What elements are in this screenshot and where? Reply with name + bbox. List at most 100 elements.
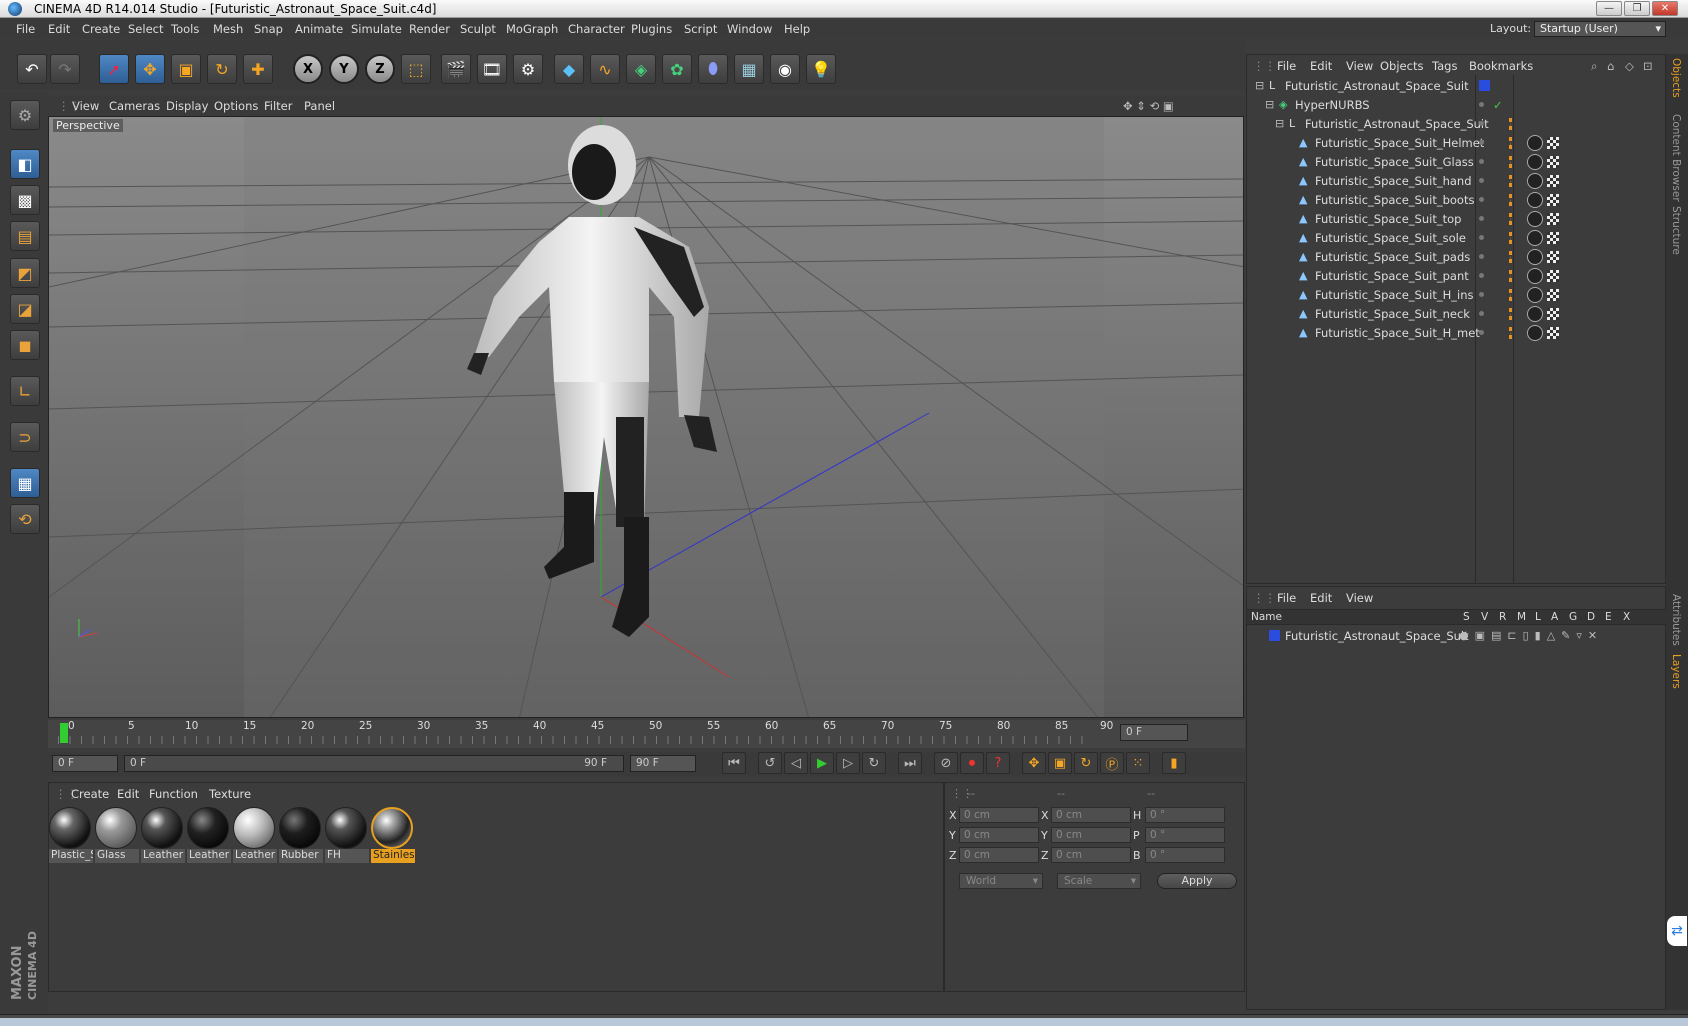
add-array-button[interactable]: ✿ bbox=[662, 54, 692, 84]
texture-tag-icon[interactable] bbox=[1547, 137, 1559, 149]
layout-select[interactable]: Startup (User) ▾ bbox=[1534, 21, 1666, 37]
material-tag-icon[interactable] bbox=[1527, 192, 1543, 208]
goto-end-button[interactable]: ⏭ bbox=[898, 752, 922, 774]
tree-row[interactable]: ⊟ L Futuristic_Astronaut_Space_Suit bbox=[1247, 115, 1657, 133]
y-axis-button[interactable]: Y bbox=[329, 54, 359, 84]
column-manager[interactable]: M bbox=[1517, 611, 1526, 623]
menu-window[interactable]: Window bbox=[727, 22, 772, 36]
layer-flag-icons[interactable]: ●▣▤⊏▯▮△✎▿✕ bbox=[1459, 629, 1603, 642]
end-frame-field[interactable]: 90 F bbox=[630, 755, 696, 772]
pos-x-field[interactable]: 0 cm bbox=[959, 807, 1039, 823]
goto-start-button[interactable]: ⏮ bbox=[722, 752, 746, 774]
close-button[interactable]: ✕ bbox=[1652, 1, 1678, 16]
visibility-dot[interactable] bbox=[1479, 197, 1484, 202]
key-pla-button[interactable]: ⁙ bbox=[1126, 752, 1150, 774]
visibility-dot[interactable] bbox=[1479, 121, 1484, 126]
add-floor-button[interactable]: ▦ bbox=[734, 54, 764, 84]
add-deformer-button[interactable]: ⬮ bbox=[698, 54, 728, 84]
menu-plugins[interactable]: Plugins bbox=[631, 22, 672, 36]
material-swatch[interactable]: Rubber bbox=[279, 807, 323, 863]
menu-file[interactable]: File bbox=[16, 22, 35, 36]
menu-simulate[interactable]: Simulate bbox=[351, 22, 402, 36]
visibility-dot[interactable] bbox=[1479, 159, 1484, 164]
texture-tag-icon[interactable] bbox=[1547, 194, 1559, 206]
live-selection-button[interactable]: ➚ bbox=[99, 54, 129, 84]
tree-row[interactable]: ▲ Futuristic_Space_Suit_pads bbox=[1247, 248, 1657, 266]
material-swatch-selected[interactable]: Stainles bbox=[371, 807, 415, 863]
tree-row[interactable]: ▲ Futuristic_Space_Suit_Helmet bbox=[1247, 134, 1657, 152]
key-position-button[interactable]: ✥ bbox=[1022, 752, 1046, 774]
column-solo[interactable]: S bbox=[1463, 611, 1470, 623]
new-panel-icon[interactable]: ⊡ bbox=[1643, 59, 1653, 73]
add-nurbs-button[interactable]: ◈ bbox=[626, 54, 656, 84]
viewport-menu-filter[interactable]: Filter bbox=[264, 99, 292, 113]
polygons-mode-button[interactable]: ◼ bbox=[10, 330, 40, 360]
tree-row[interactable]: ▲ Futuristic_Space_Suit_Glass bbox=[1247, 153, 1657, 171]
render-settings-button[interactable]: ⚙ bbox=[513, 54, 543, 84]
visibility-dot[interactable] bbox=[1479, 102, 1484, 107]
tab-objects[interactable]: Objects bbox=[1670, 58, 1682, 98]
tree-row[interactable]: ▲ Futuristic_Space_Suit_boots bbox=[1247, 191, 1657, 209]
menu-create[interactable]: Create bbox=[82, 22, 120, 36]
material-tag-icon[interactable] bbox=[1527, 325, 1543, 341]
objects-menu-file[interactable]: File bbox=[1277, 59, 1296, 73]
record-active-button[interactable]: ⊘ bbox=[934, 752, 958, 774]
minimize-panel-icon[interactable]: ◇ bbox=[1625, 59, 1634, 73]
menu-edit[interactable]: Edit bbox=[48, 22, 70, 36]
add-light-button[interactable]: 💡 bbox=[806, 54, 836, 84]
menu-tools[interactable]: Tools bbox=[171, 22, 199, 36]
material-swatch[interactable]: Leather bbox=[233, 807, 277, 863]
layers-menu-edit[interactable]: Edit bbox=[1310, 591, 1332, 605]
collapse-icon[interactable]: ⊟ bbox=[1265, 99, 1276, 110]
add-camera-button[interactable]: ◉ bbox=[770, 54, 800, 84]
size-mode-select[interactable]: Scale ▾ bbox=[1057, 873, 1141, 889]
add-tool-button[interactable]: ✚ bbox=[243, 54, 273, 84]
texture-tag-icon[interactable] bbox=[1547, 156, 1559, 168]
material-tag-icon[interactable] bbox=[1527, 230, 1543, 246]
visibility-dot[interactable] bbox=[1479, 273, 1484, 278]
visibility-dot[interactable] bbox=[1479, 178, 1484, 183]
material-tag-icon[interactable] bbox=[1527, 154, 1543, 170]
edges-mode-button[interactable]: ◪ bbox=[10, 294, 40, 324]
render-view-button[interactable]: 🎬 bbox=[441, 54, 471, 84]
material-swatch[interactable]: Leather bbox=[187, 807, 231, 863]
menu-snap[interactable]: Snap bbox=[254, 22, 283, 36]
texture-tag-icon[interactable] bbox=[1547, 213, 1559, 225]
column-animation[interactable]: A bbox=[1551, 611, 1558, 623]
tree-row[interactable]: ▲ Futuristic_Space_Suit_top bbox=[1247, 210, 1657, 228]
playhead-marker[interactable] bbox=[60, 723, 68, 743]
size-z-field[interactable]: 0 cm bbox=[1051, 847, 1131, 863]
keyframe-selection-button[interactable]: ? bbox=[986, 752, 1010, 774]
tree-row[interactable]: ▲ Futuristic_Space_Suit_H_met bbox=[1247, 324, 1657, 342]
layer-color-swatch[interactable] bbox=[1269, 630, 1280, 641]
z-axis-button[interactable]: Z bbox=[365, 54, 395, 84]
texture-tag-icon[interactable] bbox=[1547, 289, 1559, 301]
material-swatch[interactable]: FH bbox=[325, 807, 369, 863]
texture-tag-icon[interactable] bbox=[1547, 327, 1559, 339]
material-swatch[interactable]: Plastic_S bbox=[49, 807, 93, 863]
tab-attributes[interactable]: Attributes bbox=[1670, 594, 1682, 646]
collapse-icon[interactable]: ⊟ bbox=[1275, 118, 1286, 129]
prev-frame-button[interactable]: ◁ bbox=[784, 752, 808, 774]
menu-render[interactable]: Render bbox=[409, 22, 450, 36]
column-generators[interactable]: G bbox=[1569, 611, 1577, 623]
make-editable-button[interactable]: ⚙ bbox=[10, 100, 40, 130]
material-tag-icon[interactable] bbox=[1527, 287, 1543, 303]
objects-menu-view[interactable]: View bbox=[1346, 59, 1373, 73]
points-mode-button[interactable]: ◩ bbox=[10, 258, 40, 288]
menu-select[interactable]: Select bbox=[128, 22, 163, 36]
visibility-dot[interactable] bbox=[1479, 292, 1484, 297]
material-tag-icon[interactable] bbox=[1527, 211, 1543, 227]
layers-menu-file[interactable]: File bbox=[1277, 591, 1296, 605]
timeline-ruler[interactable]: 0 5 10 15 20 25 30 35 40 45 50 55 60 65 … bbox=[48, 720, 1245, 748]
start-frame-field[interactable]: 0 F bbox=[52, 755, 118, 772]
tab-content-browser[interactable]: Content Browser bbox=[1670, 114, 1682, 202]
visibility-dot[interactable] bbox=[1479, 330, 1484, 335]
visibility-dot[interactable] bbox=[1479, 235, 1484, 240]
viewport-menu-cameras[interactable]: Cameras bbox=[109, 99, 160, 113]
tree-row[interactable]: ▲ Futuristic_Space_Suit_neck bbox=[1247, 305, 1657, 323]
material-menu-edit[interactable]: Edit bbox=[117, 787, 139, 801]
size-x-field[interactable]: 0 cm bbox=[1051, 807, 1131, 823]
pos-z-field[interactable]: 0 cm bbox=[959, 847, 1039, 863]
menu-help[interactable]: Help bbox=[784, 22, 810, 36]
